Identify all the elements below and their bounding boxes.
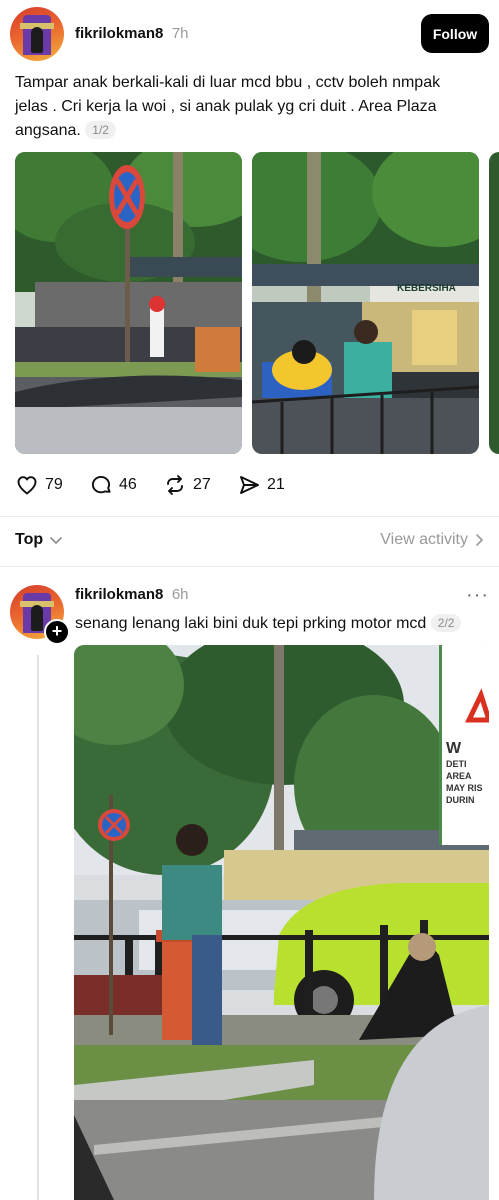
post-text: senang lenang laki bini duk tepi prking …	[75, 615, 427, 632]
post-time: 7h	[171, 25, 189, 42]
sort-label: Top	[15, 531, 44, 548]
post-header: fikrilokman8 7h	[75, 25, 189, 43]
view-activity-link[interactable]: View activity	[380, 531, 486, 549]
share-button[interactable]: 21	[237, 473, 285, 497]
post-text: Tampar anak berkali-kali di luar mcd bbu…	[15, 74, 441, 139]
repost-icon	[167, 475, 183, 495]
post-image-2[interactable]: KEBERSIHA	[252, 152, 479, 454]
chevron-down-icon	[50, 537, 62, 544]
post-header: fikrilokman8 6h	[75, 586, 189, 604]
username[interactable]: fikrilokman8	[75, 586, 163, 603]
plus-icon[interactable]: +	[44, 619, 70, 645]
image-counter: 2/2	[430, 614, 462, 632]
post-time: 6h	[171, 586, 189, 603]
post-image-1[interactable]	[15, 152, 242, 454]
view-activity-label: View activity	[380, 531, 468, 548]
more-icon[interactable]: ···	[466, 584, 489, 607]
image-counter: 1/2	[85, 121, 116, 139]
post-text-block: senang lenang laki bini duk tepi prking …	[75, 612, 490, 636]
post-image-3-peek[interactable]	[489, 152, 499, 454]
sort-dropdown[interactable]: Top	[15, 531, 63, 549]
divider	[0, 566, 499, 567]
comment-button[interactable]: 46	[89, 473, 137, 497]
like-button[interactable]: 79	[15, 473, 63, 497]
repost-count: 27	[193, 476, 211, 493]
username[interactable]: fikrilokman8	[75, 25, 163, 42]
thread-line	[37, 655, 39, 1200]
heart-icon	[17, 476, 37, 495]
divider	[0, 516, 499, 517]
like-count: 79	[45, 476, 63, 493]
chevron-right-icon	[476, 534, 483, 546]
warning-sign-text: W DETI AREA MAY RIS DURIN	[446, 740, 483, 805]
post-text-block: Tampar anak berkali-kali di luar mcd bbu…	[15, 71, 470, 143]
share-count: 21	[267, 476, 285, 493]
share-icon	[240, 476, 259, 494]
post-image[interactable]: W DETI AREA MAY RIS DURIN	[74, 645, 489, 1200]
avatar[interactable]	[10, 7, 64, 61]
comment-count: 46	[119, 476, 137, 493]
follow-button[interactable]: Follow	[421, 14, 489, 53]
image-sign-text: KEBERSIHA	[397, 283, 456, 294]
repost-button[interactable]: 27	[163, 473, 211, 497]
comment-icon	[91, 475, 111, 494]
